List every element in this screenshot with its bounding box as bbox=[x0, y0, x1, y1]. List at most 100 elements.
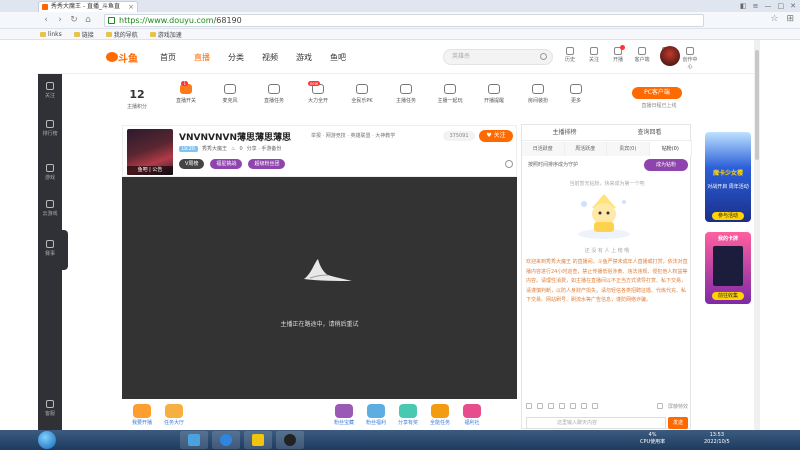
emoji-icon[interactable] bbox=[526, 403, 532, 409]
follow-button[interactable]: ♥ 关注 bbox=[479, 130, 513, 142]
chat-input[interactable]: 这里输入聊天内容 bbox=[526, 417, 666, 429]
nav-home[interactable]: 首页 bbox=[160, 52, 176, 63]
tab-anchor-rank[interactable]: 主播排榜 bbox=[552, 125, 576, 140]
start-live-button[interactable]: 开播 bbox=[610, 45, 626, 70]
bookmark-item[interactable]: links bbox=[40, 31, 62, 38]
forward-icon[interactable]: › bbox=[54, 14, 66, 26]
promo-banner-2[interactable]: 我的卡牌 前往收集 bbox=[705, 232, 751, 304]
avatar-caption[interactable]: 鱼吧 | 公告 bbox=[127, 166, 173, 175]
toolbar-pk[interactable]: 全民乐PK bbox=[346, 84, 378, 104]
nav-live[interactable]: 直播 bbox=[194, 52, 210, 63]
become-fan-button[interactable]: 成为钻粉 bbox=[644, 159, 688, 171]
toolbar-reminder[interactable]: 开播提醒 bbox=[478, 84, 510, 104]
tab-vip[interactable]: 贵宾(0) bbox=[607, 142, 650, 156]
shield-icon[interactable]: ◧ bbox=[740, 2, 747, 10]
send-button[interactable]: 发送 bbox=[668, 417, 688, 429]
toolbar-live-switch[interactable]: 1 直播开关 bbox=[170, 81, 202, 104]
taskbar-app-bird[interactable] bbox=[180, 431, 208, 449]
sidebar-item-follow[interactable]: 关注 bbox=[38, 82, 62, 99]
extension-icon[interactable]: ⊞ bbox=[786, 14, 794, 24]
nav-yuba[interactable]: 鱼吧 bbox=[330, 52, 346, 63]
anchor-name[interactable]: 秀秀大魔王 bbox=[202, 145, 227, 152]
toolbar-more[interactable]: 更多 bbox=[560, 84, 592, 104]
taskbar-app-browser[interactable] bbox=[212, 431, 240, 449]
bookmark-item[interactable]: 链接 bbox=[73, 30, 94, 39]
checkbox-icon[interactable] bbox=[656, 403, 663, 409]
pc-client-button[interactable]: PC客户端 bbox=[632, 87, 682, 99]
avatar[interactable] bbox=[660, 46, 680, 66]
room-categories[interactable]: 举报 · 网游竞技 · 英雄联盟 · 大神教学 bbox=[311, 132, 395, 139]
gift-all-task[interactable]: 全能任务 bbox=[426, 404, 454, 426]
bookmark-item[interactable]: 我的导航 bbox=[105, 30, 138, 39]
search-icon[interactable] bbox=[540, 53, 547, 60]
nav-video[interactable]: 视频 bbox=[262, 52, 278, 63]
minimize-icon[interactable]: — bbox=[765, 2, 772, 10]
close-window-icon[interactable]: ✕ bbox=[790, 2, 796, 10]
nav-game[interactable]: 游戏 bbox=[296, 52, 312, 63]
sidebar-item-rank[interactable]: 排行榜 bbox=[38, 120, 62, 137]
site-logo[interactable]: 斗鱼 bbox=[106, 50, 146, 65]
block-icon[interactable] bbox=[592, 403, 598, 409]
settings-icon[interactable] bbox=[581, 403, 587, 409]
history-button[interactable]: 历史 bbox=[562, 47, 578, 70]
promo-button[interactable]: 参与活动 bbox=[712, 212, 744, 220]
sidebar-item-game[interactable]: 游戏 bbox=[38, 164, 62, 181]
gift-start-live[interactable]: 我要开播 bbox=[128, 404, 156, 426]
tab-replay[interactable]: 查询回看 bbox=[637, 125, 661, 140]
gift-task-hall[interactable]: 任务大厅 bbox=[160, 404, 188, 426]
toolbar-mic[interactable]: 麦克风 bbox=[214, 84, 246, 104]
toolbar-anchor-task[interactable]: 主播任务 bbox=[390, 84, 422, 104]
page-scrollbar[interactable] bbox=[754, 40, 760, 430]
toolbar-full-power[interactable]: new 大力全开 bbox=[302, 81, 334, 104]
taskbar-app-player[interactable] bbox=[276, 431, 304, 449]
anchor-level[interactable]: 12 主播积分 bbox=[122, 88, 152, 110]
sidebar-expand-handle[interactable] bbox=[62, 230, 68, 270]
share-text[interactable]: 分享 · 手游备份 bbox=[247, 145, 282, 152]
gift-fan-welfare[interactable]: 粉丝福利 bbox=[362, 404, 390, 426]
lucky-challenge-pill[interactable]: 福星挑战 bbox=[210, 159, 243, 169]
sidebar-item-esports[interactable]: 赛事 bbox=[38, 240, 62, 257]
creator-center-button[interactable]: 创作中心 bbox=[682, 47, 698, 70]
gift-welfare-club[interactable]: 福利社 bbox=[458, 404, 486, 426]
promo-banner-1[interactable]: 魔卡少女樱 对战开启 周年活动 参与活动 bbox=[705, 132, 751, 222]
cpu-tray[interactable]: 4% CPU使用率 bbox=[640, 432, 665, 446]
follow-list-button[interactable]: 关注 bbox=[586, 47, 602, 70]
barrage-icon[interactable] bbox=[548, 403, 554, 409]
tab-daily[interactable]: 日活跃度 bbox=[522, 142, 565, 156]
sidebar-item-cloud-game[interactable]: 云游戏 bbox=[38, 200, 62, 217]
color-icon[interactable] bbox=[559, 403, 565, 409]
clock[interactable]: 13:53 2022/10/5 bbox=[704, 432, 730, 446]
toolbar-room-decor[interactable]: 房间装扮 bbox=[522, 84, 554, 104]
refresh-icon[interactable]: ↻ bbox=[68, 14, 80, 26]
close-tab-icon[interactable]: × bbox=[128, 2, 134, 12]
back-icon[interactable]: ‹ bbox=[40, 14, 52, 26]
taskbar-app-explorer[interactable] bbox=[244, 431, 272, 449]
anchor-avatar[interactable]: 鱼吧 | 公告 bbox=[127, 129, 173, 175]
collapse-icon[interactable] bbox=[505, 160, 513, 168]
gift-fan-treasure[interactable]: 粉丝宝藏 bbox=[330, 404, 358, 426]
nav-category[interactable]: 分类 bbox=[228, 52, 244, 63]
promo-button[interactable]: 前往收集 bbox=[712, 292, 744, 300]
weekly-rank-pill[interactable]: V周榜 bbox=[179, 159, 205, 169]
toolbar-play-together[interactable]: 主播一起玩 bbox=[434, 84, 466, 104]
tab-weekly[interactable]: 周活跃度 bbox=[564, 142, 607, 156]
tab-diamond-fans[interactable]: 钻粉(0) bbox=[649, 142, 692, 156]
fan-club-pill[interactable]: 超级粉丝团 bbox=[248, 159, 286, 169]
address-bar[interactable]: https://www.douyu.com/68190 bbox=[104, 14, 704, 27]
image-icon[interactable] bbox=[570, 403, 576, 409]
gift-icon[interactable] bbox=[537, 403, 543, 409]
maximize-icon[interactable]: □ bbox=[778, 2, 785, 10]
toolbar-live-task[interactable]: 直播任务 bbox=[258, 84, 290, 104]
browser-tab[interactable]: 秀秀大魔王 - 直播_斗鱼直 × bbox=[38, 1, 138, 12]
star-icon[interactable]: ☆ bbox=[770, 14, 778, 24]
home-icon[interactable]: ⌂ bbox=[82, 14, 94, 26]
menu-icon[interactable]: ≡ bbox=[753, 2, 759, 10]
start-button[interactable] bbox=[38, 431, 56, 449]
client-button[interactable]: 客户端 bbox=[634, 47, 650, 70]
gift-share-reward[interactable]: 分享有奖 bbox=[394, 404, 422, 426]
search-input[interactable]: 英雄杀 bbox=[443, 49, 553, 65]
video-player[interactable]: 主播正在路途中，请稍后重试 bbox=[122, 177, 517, 399]
scrollbar-thumb[interactable] bbox=[755, 50, 759, 160]
sidebar-item-service[interactable]: 客服 bbox=[38, 400, 62, 417]
bookmark-item[interactable]: 游戏加速 bbox=[149, 30, 182, 39]
